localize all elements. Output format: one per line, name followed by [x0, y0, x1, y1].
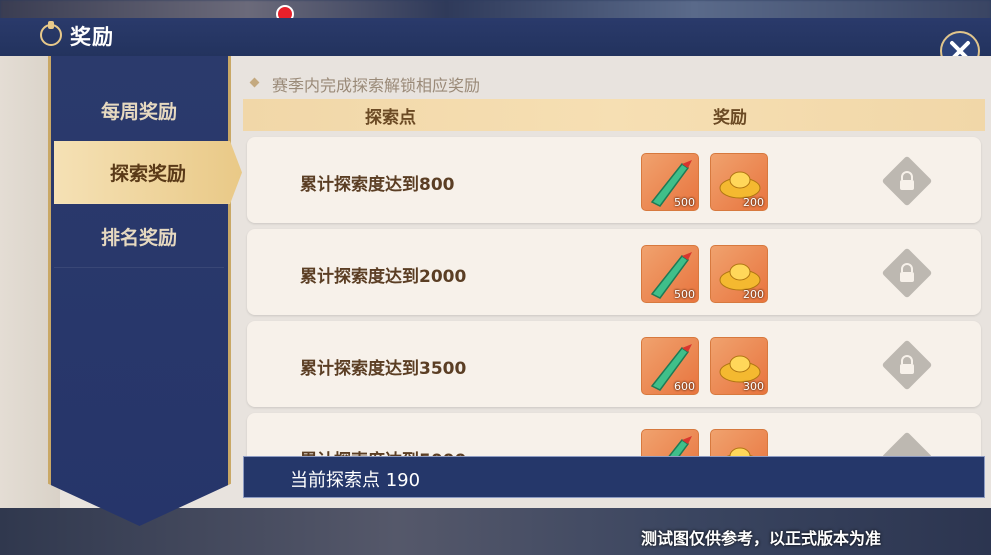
sidebar-item-label: 每周奖励 — [100, 100, 177, 123]
reward-item-jade[interactable] — [641, 429, 699, 456]
reward-item-gold[interactable] — [710, 429, 768, 456]
column-header-reward: 奖励 — [713, 107, 747, 128]
reward-quantity: 500 — [674, 196, 695, 209]
window-header — [0, 18, 991, 58]
reward-quantity: 200 — [743, 288, 764, 301]
reward-row: 累计探索度达到2000 500 200 — [247, 229, 981, 315]
sidebar-item-label: 排名奖励 — [100, 226, 177, 249]
row-label: 累计探索度达到5000 — [300, 446, 466, 456]
sidebar-item-label: 探索奖励 — [109, 162, 186, 185]
sidebar-item-exploration[interactable]: 探索奖励 — [54, 141, 242, 204]
reward-title-icon — [40, 21, 62, 46]
reward-quantity: 600 — [674, 380, 695, 393]
reward-item-gold[interactable]: 200 — [710, 153, 768, 211]
column-header-point: 探索点 — [365, 107, 416, 128]
reward-item-gold[interactable]: 300 — [710, 337, 768, 395]
reward-item-gold[interactable]: 200 — [710, 245, 768, 303]
reward-item-jade[interactable]: 500 — [641, 245, 699, 303]
reward-item-jade[interactable]: 500 — [641, 153, 699, 211]
row-label: 累计探索度达到3500 — [300, 359, 467, 379]
disclaimer-text: 测试图仅供参考，以正式版本为准 — [641, 529, 882, 548]
reward-row: 累计探索度达到5000 — [247, 413, 981, 456]
current-points-label: 当前探索点 190 — [290, 470, 421, 491]
lock-badge — [881, 431, 933, 456]
reward-quantity: 300 — [743, 380, 764, 393]
sidebar-item-weekly[interactable]: 每周奖励 — [54, 79, 224, 142]
reward-item-jade[interactable]: 600 — [641, 337, 699, 395]
lock-icon — [896, 170, 918, 192]
lock-icon — [896, 354, 918, 376]
jade-blade-icon — [668, 436, 692, 456]
lock-icon — [896, 262, 918, 284]
reward-row: 累计探索度达到3500 600 300 — [247, 321, 981, 407]
sidebar-item-ranking[interactable]: 排名奖励 — [54, 205, 224, 268]
window-title: 奖励 — [70, 25, 114, 49]
row-label: 累计探索度达到2000 — [300, 267, 467, 287]
current-points-bar: 当前探索点 190 — [243, 456, 985, 498]
row-label: 累计探索度达到800 — [300, 175, 455, 195]
hint-text: 赛季内完成探索解锁相应奖励 — [272, 76, 481, 95]
table-header: 探索点 奖励 — [243, 99, 985, 131]
reward-row: 累计探索度达到800 500 200 — [247, 137, 981, 223]
gold-ingot-icon — [726, 447, 754, 456]
reward-quantity: 200 — [743, 196, 764, 209]
reward-quantity: 500 — [674, 288, 695, 301]
